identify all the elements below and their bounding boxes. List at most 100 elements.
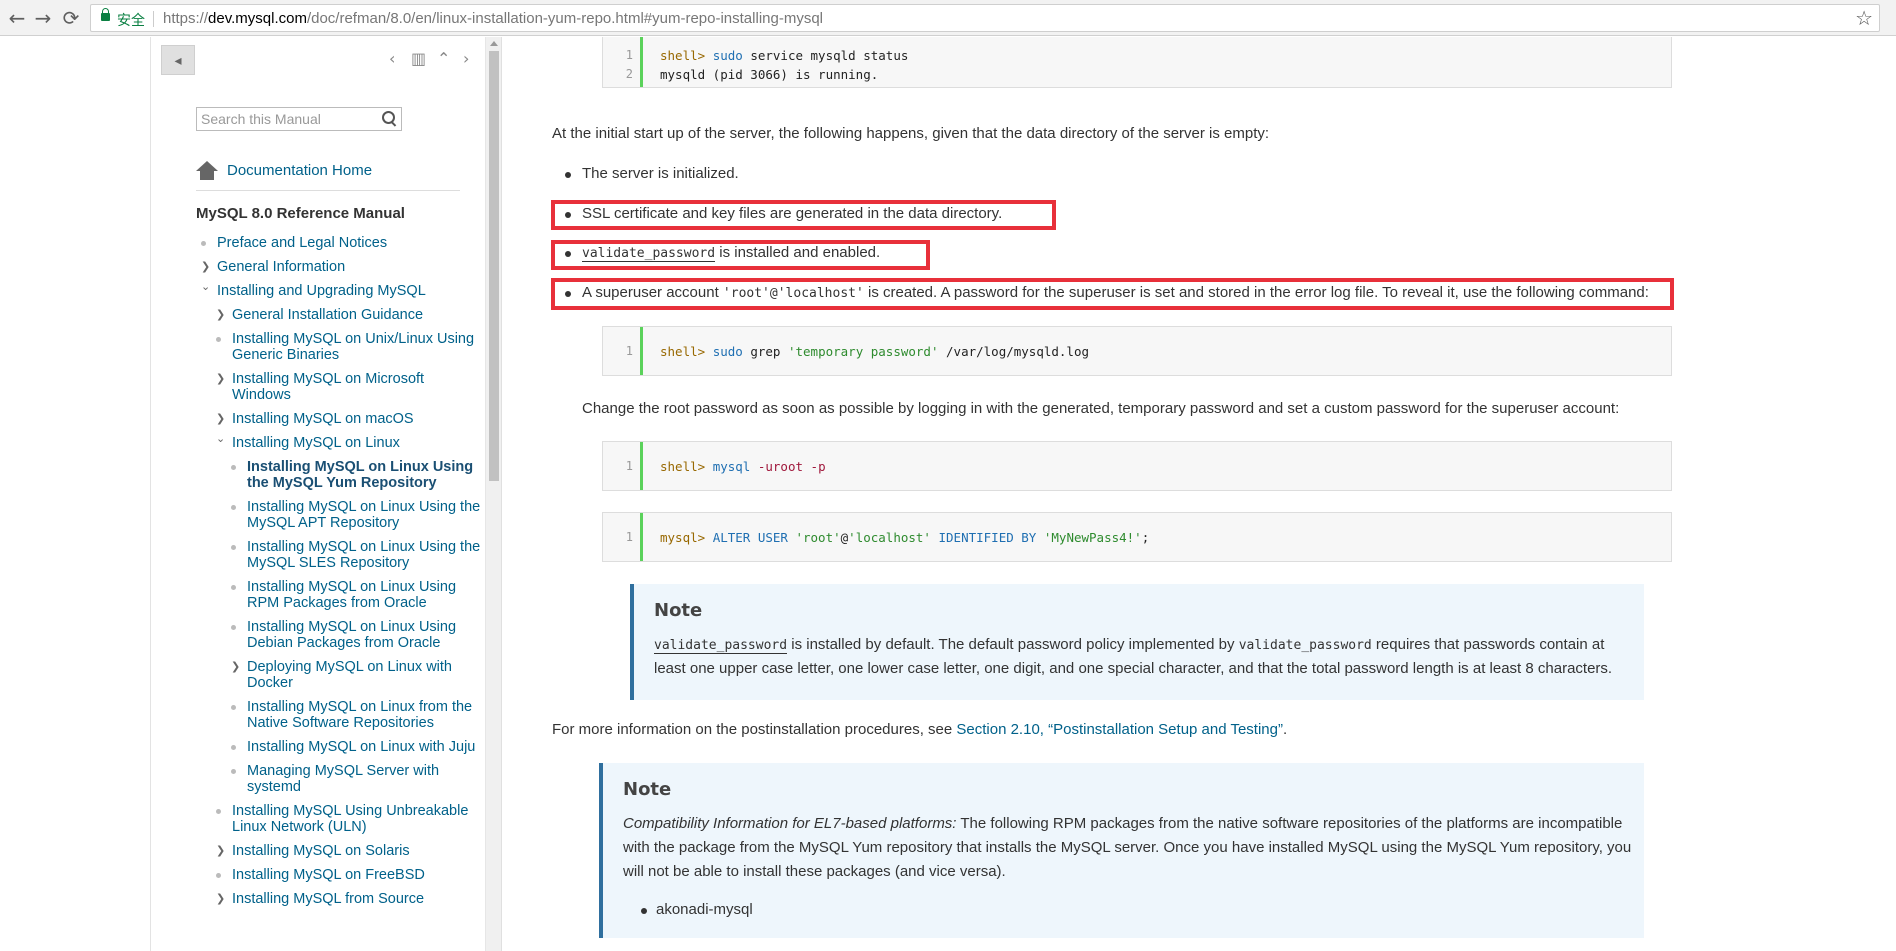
postinstallation-section-link[interactable]: Section 2.10, “Postinstallation Setup an… bbox=[956, 721, 1283, 738]
toc-item[interactable]: Installing MySQL on Linux Using Debian P… bbox=[201, 619, 481, 651]
bullet-dot-icon bbox=[231, 745, 236, 750]
next-page-icon[interactable]: › bbox=[463, 49, 469, 68]
toc-item[interactable]: ❯ General Installation Guidance bbox=[201, 307, 481, 323]
scroll-up-arrow-icon[interactable] bbox=[490, 41, 498, 46]
toc-item[interactable]: Installing MySQL on Linux from the Nativ… bbox=[201, 699, 481, 731]
toc-item[interactable]: Installing MySQL on Linux with Juju bbox=[201, 739, 481, 755]
bookmark-star-icon[interactable]: ☆ bbox=[1855, 6, 1873, 30]
chevron-down-icon[interactable]: ⌄ bbox=[216, 431, 225, 447]
toc-item-label: Installing MySQL on Linux Using RPM Pack… bbox=[247, 579, 457, 611]
code-text: /var/log/mysqld.log bbox=[946, 344, 1090, 359]
code-block-grep: 1 shell> sudo grep 'temporary password' … bbox=[602, 326, 1672, 376]
toc-item-label: Installing MySQL on macOS bbox=[232, 411, 414, 427]
toc-item[interactable]: Installing MySQL on Linux Using the MySQ… bbox=[201, 539, 481, 571]
previous-page-icon[interactable]: ‹ bbox=[389, 49, 395, 68]
toc-item[interactable]: ⌄ Installing MySQL on Linux bbox=[201, 432, 481, 451]
address-bar[interactable]: 安全 https://dev.mysql.com/doc/refman/8.0/… bbox=[90, 4, 1880, 32]
paragraph-text: . bbox=[1283, 721, 1288, 738]
code-text: ; bbox=[1141, 530, 1150, 545]
toc-item[interactable]: ❯ Installing MySQL on macOS bbox=[201, 411, 481, 427]
up-icon[interactable]: ⌃ bbox=[437, 49, 450, 68]
chevron-right-icon[interactable]: ❯ bbox=[216, 891, 225, 907]
paragraph-text: For more information on the postinstalla… bbox=[552, 721, 957, 738]
note-text: Compatibility Information for EL7-based … bbox=[623, 815, 1622, 832]
toc-item[interactable]: ❯ Installing MySQL on Solaris bbox=[201, 843, 481, 859]
list-item: SSL certificate and key files are genera… bbox=[564, 205, 1003, 222]
forward-arrow-icon[interactable]: → bbox=[32, 6, 54, 30]
code-root-account: 'root'@'localhost' bbox=[722, 286, 864, 301]
toc-item[interactable]: ⌄ Installing and Upgrading MySQL bbox=[201, 280, 481, 299]
line-number: 1 bbox=[625, 530, 633, 544]
sql-string: 'localhost' bbox=[848, 530, 931, 545]
bullet-dot-icon bbox=[216, 809, 221, 814]
sidebar-scrollbar[interactable] bbox=[485, 37, 501, 951]
manual-title: MySQL 8.0 Reference Manual bbox=[196, 205, 405, 222]
code-command: sudo bbox=[712, 344, 743, 359]
toc-item-label: Installing MySQL on Microsoft Windows bbox=[232, 371, 425, 403]
code-validate-password[interactable]: validate_password bbox=[654, 638, 788, 654]
note-text: validate_password is installed by defaul… bbox=[654, 636, 1605, 654]
shell-prompt: shell> bbox=[660, 459, 706, 474]
code-line: mysql> ALTER USER 'root'@'localhost' IDE… bbox=[660, 530, 1149, 545]
toc-item-label: General Information bbox=[217, 259, 346, 275]
url-text[interactable]: https://dev.mysql.com/doc/refman/8.0/en/… bbox=[163, 10, 823, 27]
toc-item-label: Installing MySQL on FreeBSD bbox=[232, 867, 425, 883]
search-icon[interactable] bbox=[381, 110, 397, 126]
scrollbar-thumb[interactable] bbox=[489, 51, 499, 481]
sql-string: 'MyNewPass4!' bbox=[1043, 530, 1142, 545]
toc-item-label: Installing MySQL from Source bbox=[232, 891, 425, 907]
collapse-sidebar-button[interactable]: ◂ bbox=[161, 45, 195, 75]
toc-item[interactable]: Installing MySQL on Linux Using the MySQ… bbox=[201, 459, 481, 491]
chevron-right-icon[interactable]: ❯ bbox=[216, 307, 225, 323]
search-input[interactable] bbox=[201, 110, 371, 128]
note-text: with the package from the MySQL Yum repo… bbox=[623, 839, 1632, 856]
toc-item[interactable]: Installing MySQL on Linux Using the MySQ… bbox=[201, 499, 481, 531]
toc-item[interactable]: Installing MySQL on Unix/Linux Using Gen… bbox=[201, 331, 481, 363]
toc-item[interactable]: ❯ Installing MySQL on Microsoft Windows bbox=[201, 371, 481, 403]
note-text-segment: requires that passwords contain at bbox=[1371, 636, 1605, 653]
toc-item[interactable]: Installing MySQL on Linux Using RPM Pack… bbox=[201, 579, 481, 611]
browser-toolbar: ← → ⟳ 安全 https://dev.mysql.com/doc/refma… bbox=[0, 0, 1896, 36]
toc-item-label: Installing MySQL on Linux Using Debian P… bbox=[247, 619, 457, 651]
code-command: sudo bbox=[712, 48, 743, 63]
reload-icon[interactable]: ⟳ bbox=[60, 6, 82, 30]
toc-item[interactable]: ❯ General Information bbox=[201, 259, 481, 275]
bullet-dot-icon bbox=[231, 465, 236, 470]
code-validate-password[interactable]: validate_password bbox=[582, 246, 716, 262]
note-box: Note validate_password is installed by d… bbox=[630, 584, 1644, 700]
home-icon bbox=[196, 161, 218, 181]
code-block-alter-user: 1 mysql> ALTER USER 'root'@'localhost' I… bbox=[602, 512, 1672, 562]
toc-item[interactable]: Managing MySQL Server with systemd bbox=[201, 763, 481, 795]
code-string: 'temporary password' bbox=[787, 344, 939, 359]
code-block-login: 1 shell> mysql -uroot -p bbox=[602, 441, 1672, 491]
book-icon[interactable]: ▥ bbox=[411, 49, 426, 68]
chevron-right-icon[interactable]: ❯ bbox=[216, 411, 225, 427]
toc-item[interactable]: Preface and Legal Notices bbox=[201, 235, 481, 251]
bullet-dot-icon bbox=[231, 585, 236, 590]
chevron-right-icon[interactable]: ❯ bbox=[216, 371, 225, 387]
sidebar-toolbar: ◂ ‹ ▥ ⌃ › bbox=[161, 45, 481, 75]
bullet-dot-icon bbox=[231, 505, 236, 510]
chevron-right-icon[interactable]: ❯ bbox=[216, 843, 225, 859]
bullet-dot-icon bbox=[216, 873, 221, 878]
code-line: shell> sudo grep 'temporary password' /v… bbox=[660, 344, 1089, 359]
back-arrow-icon[interactable]: ← bbox=[6, 6, 28, 30]
code-flags: -uroot -p bbox=[757, 459, 826, 474]
list-item: A superuser account 'root'@'localhost' i… bbox=[565, 284, 1649, 301]
toc-item[interactable]: ❯ Installing MySQL from Source bbox=[201, 891, 481, 907]
chevron-down-icon[interactable]: ⌄ bbox=[201, 279, 210, 295]
toc-item-label: Installing MySQL on Linux from the Nativ… bbox=[247, 699, 473, 731]
toc-item[interactable]: ❯ Deploying MySQL on Linux with Docker bbox=[201, 659, 481, 691]
toc-item[interactable]: Installing MySQL on FreeBSD bbox=[201, 867, 481, 883]
bullet-dot-icon bbox=[201, 241, 206, 246]
sql-string: 'root' bbox=[795, 530, 841, 545]
line-number: 1 bbox=[625, 344, 633, 358]
note-text: will not be able to install these packag… bbox=[623, 863, 1006, 880]
chevron-right-icon[interactable]: ❯ bbox=[201, 259, 210, 275]
code-text: grep bbox=[750, 344, 781, 359]
chevron-right-icon[interactable]: ❯ bbox=[231, 659, 240, 675]
note-box: Note Compatibility Information for EL7-b… bbox=[599, 763, 1644, 938]
list-item: The server is initialized. bbox=[565, 165, 739, 182]
code-text: service mysqld status bbox=[750, 48, 909, 63]
toc-item[interactable]: Installing MySQL Using Unbreakable Linux… bbox=[201, 803, 481, 835]
